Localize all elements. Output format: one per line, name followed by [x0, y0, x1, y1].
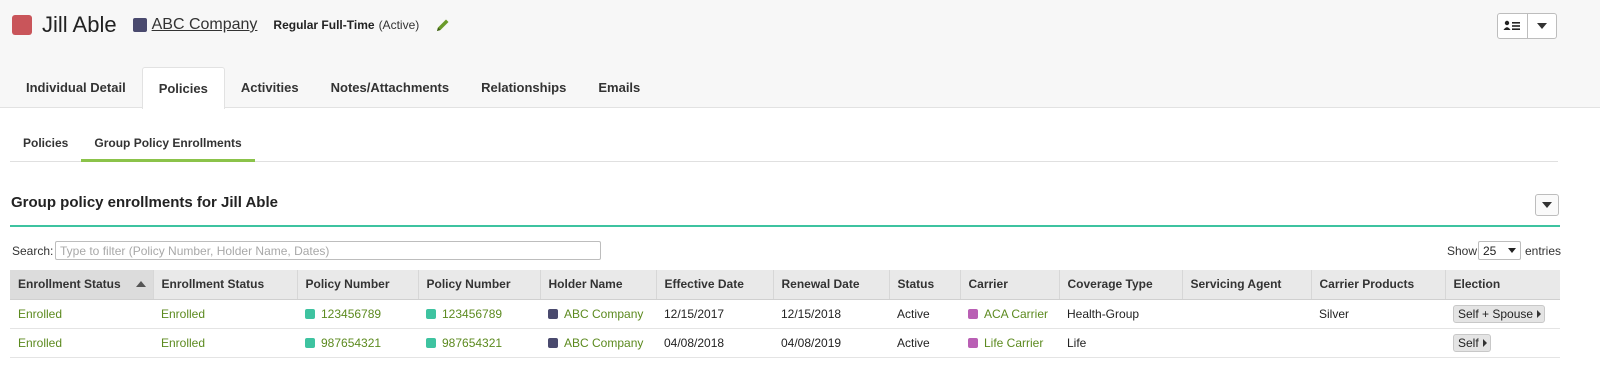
policy-number-link[interactable]: 123456789 — [321, 307, 381, 321]
company-color-swatch — [132, 18, 147, 32]
employment-type: Regular Full-Time — [273, 18, 375, 32]
col-header-policy-number[interactable]: Policy Number — [297, 270, 419, 300]
holder-name-link[interactable]: ABC Company — [564, 336, 643, 350]
subtab-group-policy-enrollments[interactable]: Group Policy Enrollments — [81, 128, 255, 162]
enrollment-status-link[interactable]: Enrolled — [18, 336, 62, 350]
employment-status: (Active) — [378, 18, 420, 32]
show-label: Show — [1447, 244, 1478, 258]
subtab-policies[interactable]: Policies — [10, 128, 81, 162]
effective-date-cell: 12/15/2017 — [656, 299, 773, 329]
col-header-enrollment-status-2[interactable]: Enrollment Status — [153, 270, 298, 300]
enrollment-status-link[interactable]: Enrolled — [18, 307, 62, 321]
election-label: Self — [1458, 335, 1479, 350]
coverage-type-cell: Health-Group — [1059, 299, 1182, 329]
carrier-products-cell: Silver — [1311, 299, 1445, 329]
enrollment-status-link[interactable]: Enrolled — [161, 307, 205, 321]
header-title-row: Jill Able ABC Company Regular Full-Time … — [12, 10, 451, 40]
tab-activities[interactable]: Activities — [225, 67, 315, 108]
table-row: Enrolled Enrolled 123456789 123456789 AB… — [10, 299, 1560, 329]
policy-color-swatch — [305, 308, 315, 319]
servicing-agent-cell — [1182, 299, 1311, 329]
search-label: Search: — [12, 244, 54, 258]
col-header-effective-date[interactable]: Effective Date — [656, 270, 774, 300]
search-input[interactable] — [55, 241, 601, 260]
pencil-icon[interactable] — [435, 17, 451, 33]
caret-right-icon — [1537, 309, 1542, 318]
servicing-agent-cell — [1182, 328, 1311, 358]
sort-ascending-icon — [135, 281, 146, 287]
policy-number-link[interactable]: 987654321 — [321, 336, 381, 350]
policy-color-swatch — [426, 337, 436, 348]
renewal-date-cell: 04/08/2019 — [773, 328, 889, 358]
page-size-select[interactable]: 25 — [1478, 241, 1521, 260]
status-cell: Active — [889, 328, 960, 358]
person-list-icon[interactable] — [1498, 14, 1527, 38]
coverage-type-cell: Life — [1059, 328, 1182, 358]
main-tabs: Individual Detail Policies Activities No… — [10, 67, 656, 109]
enrollment-status-link[interactable]: Enrolled — [161, 336, 205, 350]
carrier-products-cell — [1311, 328, 1445, 358]
col-header-servicing-agent[interactable]: Servicing Agent — [1182, 270, 1312, 300]
renewal-date-cell: 12/15/2018 — [773, 299, 889, 329]
carrier-link[interactable]: ACA Carrier — [984, 307, 1048, 321]
tab-policies[interactable]: Policies — [141, 67, 225, 109]
col-header-carrier[interactable]: Carrier — [960, 270, 1060, 300]
col-header-renewal-date[interactable]: Renewal Date — [773, 270, 890, 300]
person-name: Jill Able — [42, 12, 117, 37]
tab-relationships[interactable]: Relationships — [465, 67, 582, 108]
chevron-down-icon[interactable] — [1526, 14, 1557, 38]
company-link[interactable]: ABC Company — [152, 16, 258, 34]
record-header: Jill Able ABC Company Regular Full-Time … — [0, 0, 1600, 109]
holder-name-link[interactable]: ABC Company — [564, 307, 643, 321]
tab-individual-detail[interactable]: Individual Detail — [10, 67, 142, 108]
tab-emails[interactable]: Emails — [582, 67, 656, 108]
section-title: Group policy enrollments for Jill Able — [11, 194, 278, 211]
chevron-down-icon — [1542, 202, 1552, 208]
col-header-status[interactable]: Status — [889, 270, 961, 300]
header-actions — [1497, 13, 1557, 39]
table-row: Enrolled Enrolled 987654321 987654321 AB… — [10, 328, 1560, 358]
page-size-value: 25 — [1483, 243, 1497, 258]
carrier-color-swatch — [968, 337, 978, 348]
person-color-swatch — [12, 15, 32, 35]
chevron-down-icon — [1508, 248, 1516, 253]
enrollments-table: Enrollment Status Enrollment Status Poli… — [10, 270, 1560, 358]
col-header-label: Enrollment Status — [18, 277, 121, 292]
tab-notes-attachments[interactable]: Notes/Attachments — [315, 67, 465, 108]
effective-date-cell: 04/08/2018 — [656, 328, 773, 358]
holder-color-swatch — [548, 337, 558, 348]
holder-color-swatch — [548, 308, 558, 319]
col-header-coverage-type[interactable]: Coverage Type — [1059, 270, 1183, 300]
carrier-color-swatch — [968, 308, 978, 319]
col-header-holder-name[interactable]: Holder Name — [540, 270, 657, 300]
caret-right-icon — [1482, 338, 1487, 347]
carrier-link[interactable]: Life Carrier — [984, 336, 1043, 350]
col-header-enrollment-status[interactable]: Enrollment Status — [10, 270, 154, 300]
entries-label: entries — [1525, 244, 1562, 258]
col-header-policy-number-2[interactable]: Policy Number — [418, 270, 541, 300]
sub-tabs: Policies Group Policy Enrollments — [10, 128, 1558, 162]
section-menu-button[interactable] — [1535, 194, 1559, 216]
col-header-election[interactable]: Election — [1445, 270, 1560, 300]
election-label: Self + Spouse — [1458, 306, 1534, 321]
election-button[interactable]: Self — [1453, 333, 1491, 352]
policy-color-swatch — [426, 308, 436, 319]
section-divider — [10, 225, 1560, 227]
policy-number-link[interactable]: 987654321 — [442, 336, 502, 350]
election-button[interactable]: Self + Spouse — [1453, 304, 1546, 323]
col-header-carrier-products[interactable]: Carrier Products — [1311, 270, 1446, 300]
policy-color-swatch — [305, 337, 315, 348]
table-header-row: Enrollment Status Enrollment Status Poli… — [10, 270, 1560, 300]
policy-number-link[interactable]: 123456789 — [442, 307, 502, 321]
status-cell: Active — [889, 299, 960, 329]
